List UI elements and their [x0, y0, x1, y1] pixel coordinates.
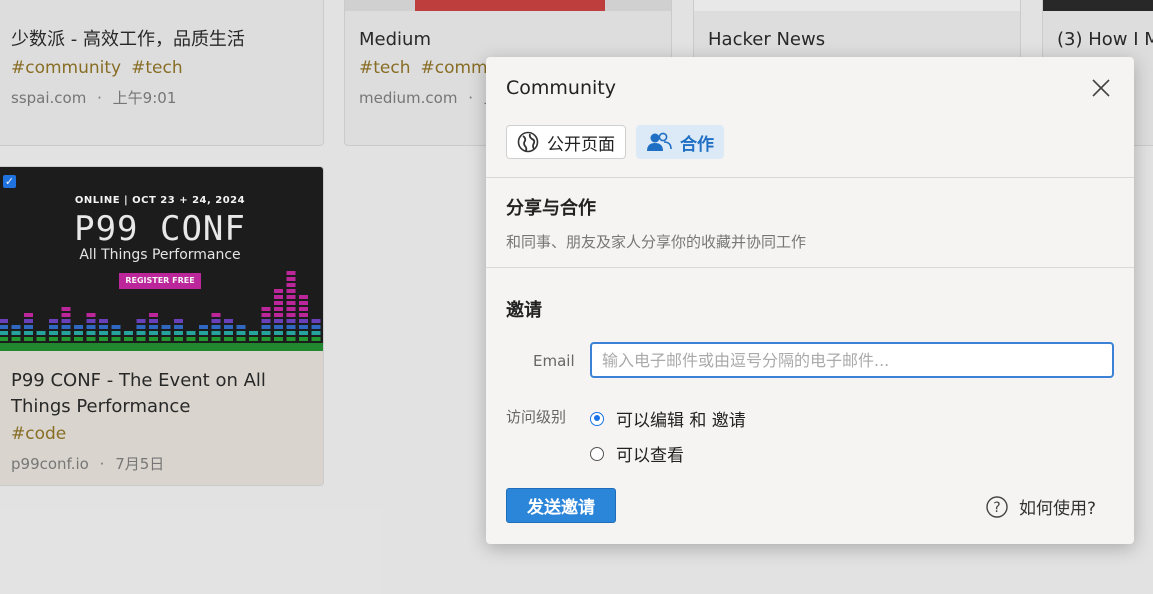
users-icon [647, 132, 672, 151]
radio-unselected[interactable] [590, 446, 604, 461]
help-icon: ? [986, 495, 1008, 518]
help-link[interactable]: ? 如何使用? [985, 494, 1096, 519]
send-invite-button[interactable]: 发送邀请 [506, 488, 616, 523]
section-description: 和同事、朋友及家人分享你的收藏并协同工作 [506, 233, 807, 251]
section-title: 分享与合作 [506, 198, 596, 219]
tab-label: 合作 [680, 134, 714, 155]
email-label: Email [533, 352, 575, 370]
close-icon[interactable] [1090, 77, 1112, 99]
community-dialog: Community 公开页面 合作 分享与合作 和同事、朋友及家人分享你的收藏并… [486, 57, 1134, 544]
divider [486, 177, 1134, 178]
radio-selected[interactable] [590, 411, 604, 426]
access-option-edit[interactable]: 可以编辑 和 邀请 [590, 406, 746, 431]
email-field[interactable] [590, 342, 1114, 378]
tab-label: 公开页面 [547, 134, 615, 155]
svg-text:?: ? [993, 500, 1000, 516]
access-option-label: 可以编辑 和 邀请 [616, 411, 746, 431]
tab-collaborate[interactable]: 合作 [636, 125, 724, 159]
help-label: 如何使用? [1018, 499, 1096, 519]
dialog-title: Community [506, 77, 616, 99]
tab-public-page[interactable]: 公开页面 [506, 125, 626, 159]
access-option-view[interactable]: 可以查看 [590, 441, 684, 466]
access-option-label: 可以查看 [616, 446, 684, 466]
share-tabs: 公开页面 合作 [506, 125, 724, 159]
invite-title: 邀请 [506, 300, 542, 321]
globe-icon [517, 131, 539, 153]
access-level-label: 访问级别 [506, 408, 567, 426]
divider [486, 267, 1134, 268]
